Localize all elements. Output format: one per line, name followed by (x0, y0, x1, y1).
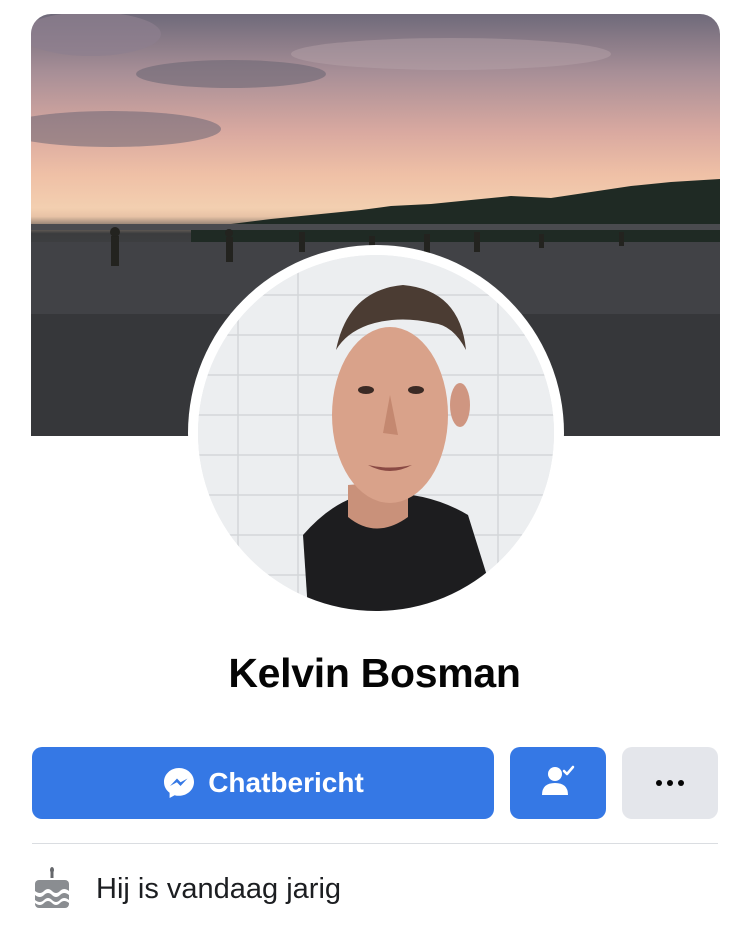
divider (32, 843, 718, 844)
birthday-text: Hij is vandaag jarig (96, 872, 342, 905)
chat-button-label: Chatbericht (208, 767, 364, 798)
profile-name: Kelvin Bosman (228, 650, 521, 696)
profile-picture[interactable] (198, 255, 554, 611)
more-options-button[interactable] (622, 747, 718, 819)
more-dots-icon (655, 774, 685, 792)
friend-check-icon (538, 761, 578, 806)
chat-button[interactable]: Chatbericht (32, 747, 494, 819)
birthday-cake-icon (32, 867, 72, 911)
messenger-icon (162, 766, 196, 800)
birthday-info-row: Hij is vandaag jarig (32, 864, 341, 914)
friend-status-button[interactable] (510, 747, 606, 819)
